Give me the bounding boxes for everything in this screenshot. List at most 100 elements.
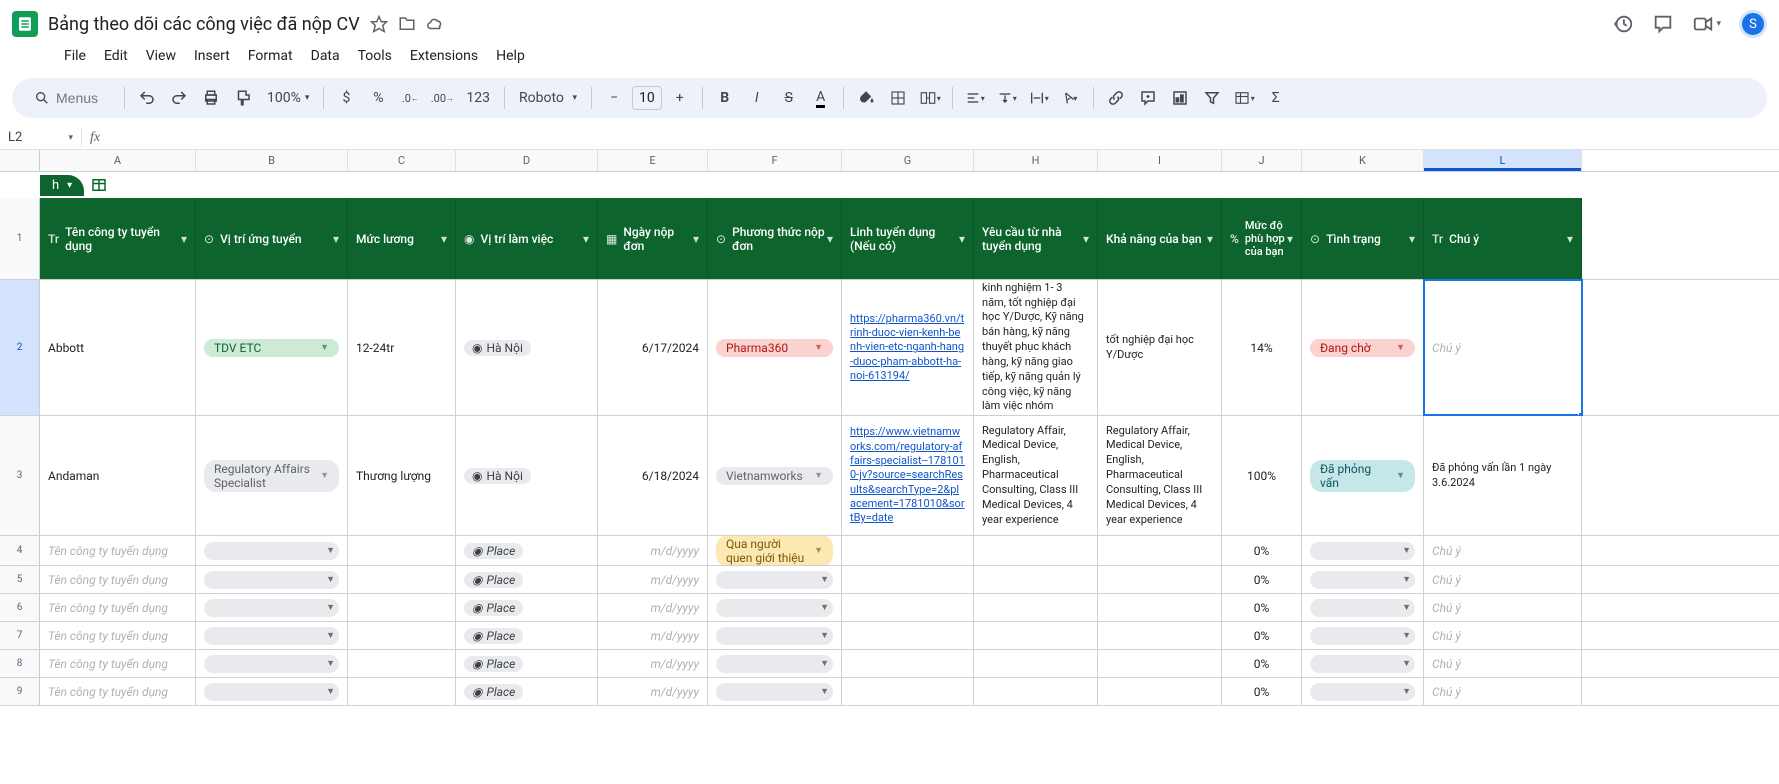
cell-F8[interactable]: ▼	[708, 650, 842, 677]
cell-H6[interactable]	[974, 594, 1098, 621]
row-header-1[interactable]: 1	[0, 198, 40, 279]
cell-G2[interactable]: https://pharma360.vn/trinh-duoc-vien-ken…	[842, 280, 974, 415]
decimal-increase-button[interactable]: .00→	[428, 84, 456, 112]
valign-button[interactable]: ▾	[993, 84, 1021, 112]
cell-A2[interactable]: Abbott	[40, 280, 196, 415]
menu-format[interactable]: Format	[240, 44, 301, 68]
cell-E6[interactable]: m/d/yyyy	[598, 594, 708, 621]
cell-C6[interactable]	[348, 594, 456, 621]
cell-B6[interactable]: ▼	[196, 594, 348, 621]
cell-I8[interactable]	[1098, 650, 1222, 677]
col-header-I[interactable]: I	[1098, 150, 1222, 171]
star-icon[interactable]	[370, 15, 388, 33]
cell-E3[interactable]: 6/18/2024	[598, 416, 708, 535]
col-header-B[interactable]: B	[196, 150, 348, 171]
cell-A9[interactable]: Tên công ty tuyển dụng	[40, 678, 196, 705]
search-menus[interactable]	[24, 86, 116, 110]
cell-G3[interactable]: https://www.vietnamworks.com/regulatory-…	[842, 416, 974, 535]
sheets-logo[interactable]	[12, 11, 38, 37]
cell-G9[interactable]	[842, 678, 974, 705]
cell-H8[interactable]	[974, 650, 1098, 677]
table-tab[interactable]: h ▾	[40, 175, 84, 196]
menu-extensions[interactable]: Extensions	[402, 44, 486, 68]
cell-E2[interactable]: 6/17/2024	[598, 280, 708, 415]
cell-H9[interactable]	[974, 678, 1098, 705]
cell-K7[interactable]: ▼	[1302, 622, 1424, 649]
cell-L3[interactable]: Đã phỏng vấn lần 1 ngày 3.6.2024	[1424, 416, 1582, 535]
cell-J5[interactable]: 0%	[1222, 566, 1302, 593]
functions-button[interactable]: Σ	[1262, 84, 1290, 112]
row-header-7[interactable]: 7	[0, 622, 40, 649]
cell-E8[interactable]: m/d/yyyy	[598, 650, 708, 677]
col-header-K[interactable]: K	[1302, 150, 1424, 171]
cloud-icon[interactable]	[426, 15, 444, 33]
redo-button[interactable]	[165, 84, 193, 112]
cell-G6[interactable]	[842, 594, 974, 621]
cell-D9[interactable]: ◉Place	[456, 678, 598, 705]
cell-I6[interactable]	[1098, 594, 1222, 621]
cell-F7[interactable]: ▼	[708, 622, 842, 649]
formula-bar[interactable]	[108, 130, 1779, 145]
cell-C8[interactable]	[348, 650, 456, 677]
cell-J3[interactable]: 100%	[1222, 416, 1302, 535]
fill-color-button[interactable]	[852, 84, 880, 112]
bold-button[interactable]: B	[711, 84, 739, 112]
decimal-decrease-button[interactable]: .0←	[396, 84, 424, 112]
font-decrease-button[interactable]: −	[600, 84, 628, 112]
cell-H3[interactable]: Regulatory Affair, Medical Device, Engli…	[974, 416, 1098, 535]
font-increase-button[interactable]: +	[666, 84, 694, 112]
cell-L5[interactable]: Chú ý	[1424, 566, 1582, 593]
borders-button[interactable]	[884, 84, 912, 112]
cell-I2[interactable]: tốt nghiệp đại học Y/Dược	[1098, 280, 1222, 415]
cell-D2[interactable]: ◉Hà Nội	[456, 280, 598, 415]
menu-file[interactable]: File	[56, 44, 94, 68]
cell-I5[interactable]	[1098, 566, 1222, 593]
cell-L2[interactable]: Chú ý	[1424, 280, 1582, 415]
row-header-6[interactable]: 6	[0, 594, 40, 621]
font-select[interactable]: Roboto▾	[513, 90, 583, 106]
cell-D4[interactable]: ◉Place	[456, 536, 598, 565]
strike-button[interactable]: S	[775, 84, 803, 112]
cell-F6[interactable]: ▼	[708, 594, 842, 621]
cell-G8[interactable]	[842, 650, 974, 677]
cell-D8[interactable]: ◉Place	[456, 650, 598, 677]
cell-E7[interactable]: m/d/yyyy	[598, 622, 708, 649]
cell-K4[interactable]: ▼	[1302, 536, 1424, 565]
cell-F9[interactable]: ▼	[708, 678, 842, 705]
halign-button[interactable]: ▾	[961, 84, 989, 112]
cell-K3[interactable]: Đã phỏng vấn▼	[1302, 416, 1424, 535]
currency-button[interactable]: $	[332, 84, 360, 112]
filter-icon[interactable]: ▾	[959, 232, 965, 246]
cell-B5[interactable]: ▼	[196, 566, 348, 593]
cell-L7[interactable]: Chú ý	[1424, 622, 1582, 649]
comment-button[interactable]	[1134, 84, 1162, 112]
menu-data[interactable]: Data	[303, 44, 348, 68]
cell-G7[interactable]	[842, 622, 974, 649]
row-header-4[interactable]: 4	[0, 536, 40, 565]
menu-insert[interactable]: Insert	[186, 44, 238, 68]
menu-tools[interactable]: Tools	[350, 44, 400, 68]
col-header-F[interactable]: F	[708, 150, 842, 171]
percent-button[interactable]: %	[364, 84, 392, 112]
zoom-select[interactable]: 100%▾	[261, 90, 315, 106]
filter-icon[interactable]: ▾	[827, 232, 833, 246]
cell-D6[interactable]: ◉Place	[456, 594, 598, 621]
wrap-button[interactable]: ▾	[1025, 84, 1053, 112]
menu-help[interactable]: Help	[488, 44, 533, 68]
cell-H5[interactable]	[974, 566, 1098, 593]
link-button[interactable]	[1102, 84, 1130, 112]
filter-icon[interactable]: ▾	[181, 232, 187, 246]
cell-B7[interactable]: ▼	[196, 622, 348, 649]
cell-L4[interactable]: Chú ý	[1424, 536, 1582, 565]
cell-L8[interactable]: Chú ý	[1424, 650, 1582, 677]
cell-K5[interactable]: ▼	[1302, 566, 1424, 593]
col-header-L[interactable]: L	[1424, 150, 1582, 171]
cell-D5[interactable]: ◉Place	[456, 566, 598, 593]
cell-B2[interactable]: TDV ETC▼	[196, 280, 348, 415]
cell-L9[interactable]: Chú ý	[1424, 678, 1582, 705]
cell-J9[interactable]: 0%	[1222, 678, 1302, 705]
cell-K6[interactable]: ▼	[1302, 594, 1424, 621]
cell-B9[interactable]: ▼	[196, 678, 348, 705]
col-header-D[interactable]: D	[456, 150, 598, 171]
col-header-E[interactable]: E	[598, 150, 708, 171]
